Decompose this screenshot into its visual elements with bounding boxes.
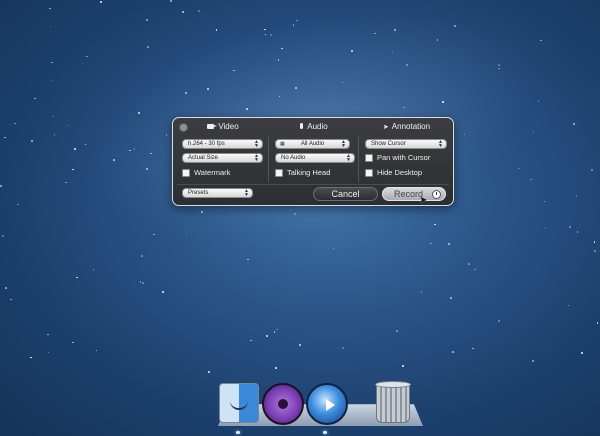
divider (177, 184, 449, 185)
watermark-checkbox[interactable]: Watermark (182, 168, 230, 177)
video-camera-icon (207, 124, 218, 129)
desktop-wallpaper (0, 0, 600, 436)
timer-clock-icon[interactable] (432, 190, 441, 199)
video-size-select[interactable]: Actual Size ▲ ▼ (182, 153, 263, 163)
video-column: Video h.264 - 30 fps ▲ ▼ Actual Size ▲ ▼ Wat… (179, 118, 267, 184)
divider (358, 135, 359, 182)
updown-arrows-icon: ▲ ▼ (341, 139, 346, 149)
grid-icon: ▦ (280, 141, 285, 147)
finder-icon[interactable] (219, 383, 259, 423)
presets-select[interactable]: Presets ▲ ▼ (182, 188, 253, 198)
running-indicator (323, 431, 327, 434)
hide-desktop-checkbox[interactable]: Hide Desktop (365, 168, 422, 177)
annotation-header: ➤ Annotation (382, 122, 431, 131)
running-indicator (236, 431, 240, 434)
checkbox-box[interactable] (365, 153, 373, 162)
audio-column: Audio ▦ All Audio ▲ ▼ No Audio ▲ ▼ Talking He… (272, 118, 356, 184)
cancel-button[interactable]: Cancel (313, 187, 378, 201)
updown-arrows-icon: ▲ ▼ (244, 188, 249, 198)
checkbox-box[interactable] (365, 168, 373, 177)
updown-arrows-icon: ▲ ▼ (254, 153, 259, 163)
quicktime-icon[interactable] (306, 383, 348, 425)
record-button[interactable]: Record (382, 187, 446, 201)
audio-second-select[interactable]: No Audio ▲ ▼ (275, 153, 355, 163)
pan-with-cursor-checkbox[interactable]: Pan with Cursor (365, 153, 430, 162)
audio-source-select[interactable]: ▦ All Audio ▲ ▼ (275, 139, 350, 149)
checkbox-box[interactable] (182, 168, 190, 177)
annotation-column: ➤ Annotation Show Cursor ▲ ▼ Pan with Curso… (362, 118, 451, 184)
cursor-select[interactable]: Show Cursor ▲ ▼ (365, 139, 447, 149)
updown-arrows-icon: ▲ ▼ (254, 139, 259, 149)
microphone-icon (300, 123, 304, 129)
mouse-pointer-icon: ➤ (419, 195, 428, 206)
video-header: Video (179, 122, 267, 131)
aperture-icon[interactable] (262, 383, 304, 425)
video-format-select[interactable]: h.264 - 30 fps ▲ ▼ (182, 139, 263, 149)
recording-options-panel: Video h.264 - 30 fps ▲ ▼ Actual Size ▲ ▼ Wat… (172, 117, 454, 206)
checkbox-box[interactable] (275, 168, 283, 177)
updown-arrows-icon: ▲ ▼ (438, 139, 443, 149)
divider (268, 135, 269, 182)
cursor-arrow-icon: ➤ (382, 124, 389, 131)
updown-arrows-icon: ▲ ▼ (346, 153, 351, 163)
talking-head-checkbox[interactable]: Talking Head (275, 168, 330, 177)
trash-icon[interactable] (375, 381, 411, 423)
audio-header: Audio (272, 122, 356, 131)
